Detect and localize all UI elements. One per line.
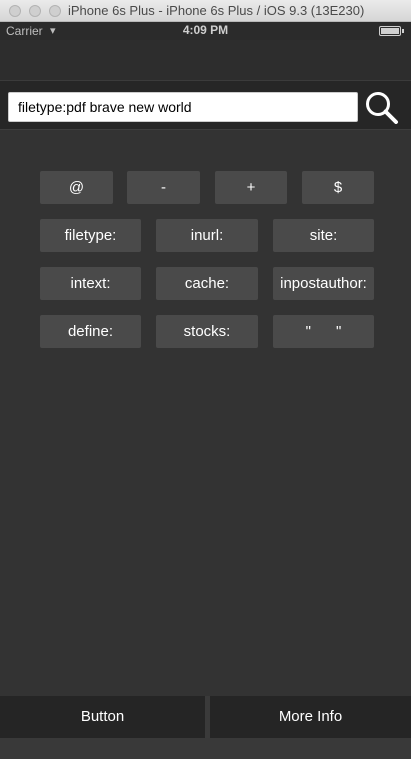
operator-inurl-button[interactable]: inurl: (156, 219, 258, 252)
search-input[interactable] (8, 92, 358, 122)
operator-minus-button[interactable]: - (127, 171, 200, 204)
operator-plus-button[interactable]: + (215, 171, 287, 204)
bottom-toolbar: Button More Info (0, 696, 411, 738)
window-title: iPhone 6s Plus - iPhone 6s Plus / iOS 9.… (68, 3, 365, 18)
zoom-window-button[interactable] (49, 5, 61, 17)
window-titlebar: iPhone 6s Plus - iPhone 6s Plus / iOS 9.… (0, 0, 411, 22)
operator-at-button[interactable]: @ (40, 171, 113, 204)
operator-quotes-button[interactable]: " " (273, 315, 374, 348)
operator-site-button[interactable]: site: (273, 219, 374, 252)
ios-status-bar: Carrier ▾ 4:09 PM (0, 22, 411, 40)
search-bar (0, 80, 411, 130)
minimize-window-button[interactable] (29, 5, 41, 17)
operator-intext-button[interactable]: intext: (40, 267, 141, 300)
operator-dollar-button[interactable]: $ (302, 171, 374, 204)
operator-inpostauthor-button[interactable]: inpostauthor: (273, 267, 374, 300)
button-button[interactable]: Button (0, 696, 205, 738)
operator-cache-button[interactable]: cache: (156, 267, 258, 300)
battery-icon (379, 26, 404, 36)
operator-filetype-button[interactable]: filetype: (40, 219, 141, 252)
status-time: 4:09 PM (182, 23, 229, 37)
footer-bar (0, 738, 411, 759)
operator-define-button[interactable]: define: (40, 315, 141, 348)
operator-stocks-button[interactable]: stocks: (156, 315, 258, 348)
operator-keyboard: @ - + $ filetype: inurl: site: intext: c… (0, 131, 411, 696)
close-window-button[interactable] (9, 5, 21, 17)
simulator-window: iPhone 6s Plus - iPhone 6s Plus / iOS 9.… (0, 0, 411, 759)
search-icon[interactable] (364, 90, 400, 124)
more-info-button[interactable]: More Info (210, 696, 411, 738)
navigation-bar (0, 40, 411, 80)
